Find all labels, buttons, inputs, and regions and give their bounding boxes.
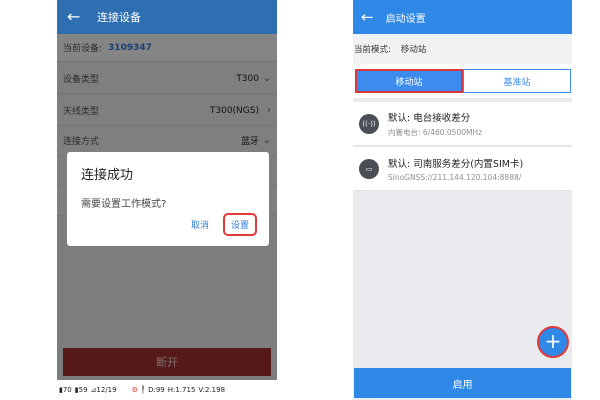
- list-item[interactable]: ▭ 默认: 司南服务差分(内置SIM卡) SinoGNSS://211.144.…: [353, 147, 572, 191]
- dialog-message: 需要设置工作模式?: [81, 199, 167, 210]
- add-button[interactable]: +: [537, 326, 569, 358]
- dialog-title: 连接成功: [81, 168, 134, 183]
- list-item-text: 默认: 电台接收差分 内置电台: 6/460.0500MHz: [388, 110, 482, 138]
- base-station-tab[interactable]: 基准站: [463, 69, 571, 93]
- list-item-subtitle: 内置电台: 6/460.0500MHz: [388, 127, 483, 137]
- left-phone-screen: ← 连接设备 当前设备: 3109347 设备类型 T300 ⌄ 天线类型 T3…: [57, 0, 277, 400]
- cancel-button[interactable]: 取消: [191, 218, 209, 231]
- enable-button[interactable]: 启用: [354, 368, 571, 398]
- set-mode-button[interactable]: 设置: [222, 213, 257, 236]
- status-bar: ▮70 ▮59 ⊿12/19 ⚙ ╿ D:99 H:1.715 V:2.198: [57, 380, 277, 400]
- list-item[interactable]: ((·)) 默认: 电台接收差分 内置电台: 6/460.0500MHz: [353, 102, 572, 146]
- left-app-bar: ← 连接设备: [57, 0, 277, 34]
- list-item-text: 默认: 司南服务差分(内置SIM卡) SinoGNSS://211.144.12…: [388, 156, 523, 182]
- mobile-station-tab[interactable]: 移动站: [355, 69, 463, 93]
- precision-h: H:1.715: [167, 386, 196, 394]
- battery-icon: ▮70: [59, 386, 72, 394]
- sim-card-icon: ▭: [359, 158, 379, 179]
- mode-segmented-control: 移动站 基准站: [353, 64, 572, 98]
- current-mode-row: 当前模式: 移动站: [353, 34, 572, 64]
- satellite-count: ⊿12/19: [90, 386, 117, 394]
- right-phone-screen: ← 启动设置 当前模式: 移动站 移动站 基准站 ((·)) 默认: 电台接收差…: [353, 0, 572, 400]
- right-page-title: 启动设置: [385, 13, 426, 25]
- precision-d: D:99: [148, 386, 165, 394]
- arrow-left-icon[interactable]: ←: [361, 8, 374, 26]
- list-item-title: 默认: 司南服务差分(内置SIM卡): [388, 158, 524, 170]
- dialog-actions: 取消 设置: [191, 213, 257, 236]
- antenna-icon: ╿: [140, 386, 146, 394]
- current-mode-label: 当前模式:: [354, 45, 391, 55]
- connection-success-dialog: 连接成功 需要设置工作模式? 取消 设置: [67, 152, 269, 246]
- list-item-subtitle: SinoGNSS://211.144.120.104:8888/: [388, 172, 522, 182]
- left-page-title: 连接设备: [97, 11, 141, 24]
- current-mode-value: 移动站: [400, 45, 427, 55]
- list-item-title: 默认: 电台接收差分: [388, 112, 471, 124]
- right-app-bar: ← 启动设置: [353, 0, 572, 34]
- gear-icon: ⚙: [131, 386, 138, 394]
- precision-v: V:2.198: [198, 386, 226, 394]
- radio-signal-icon: ((·)): [359, 113, 379, 134]
- arrow-left-icon[interactable]: ←: [67, 9, 89, 25]
- battery-icon: ▮59: [74, 386, 88, 394]
